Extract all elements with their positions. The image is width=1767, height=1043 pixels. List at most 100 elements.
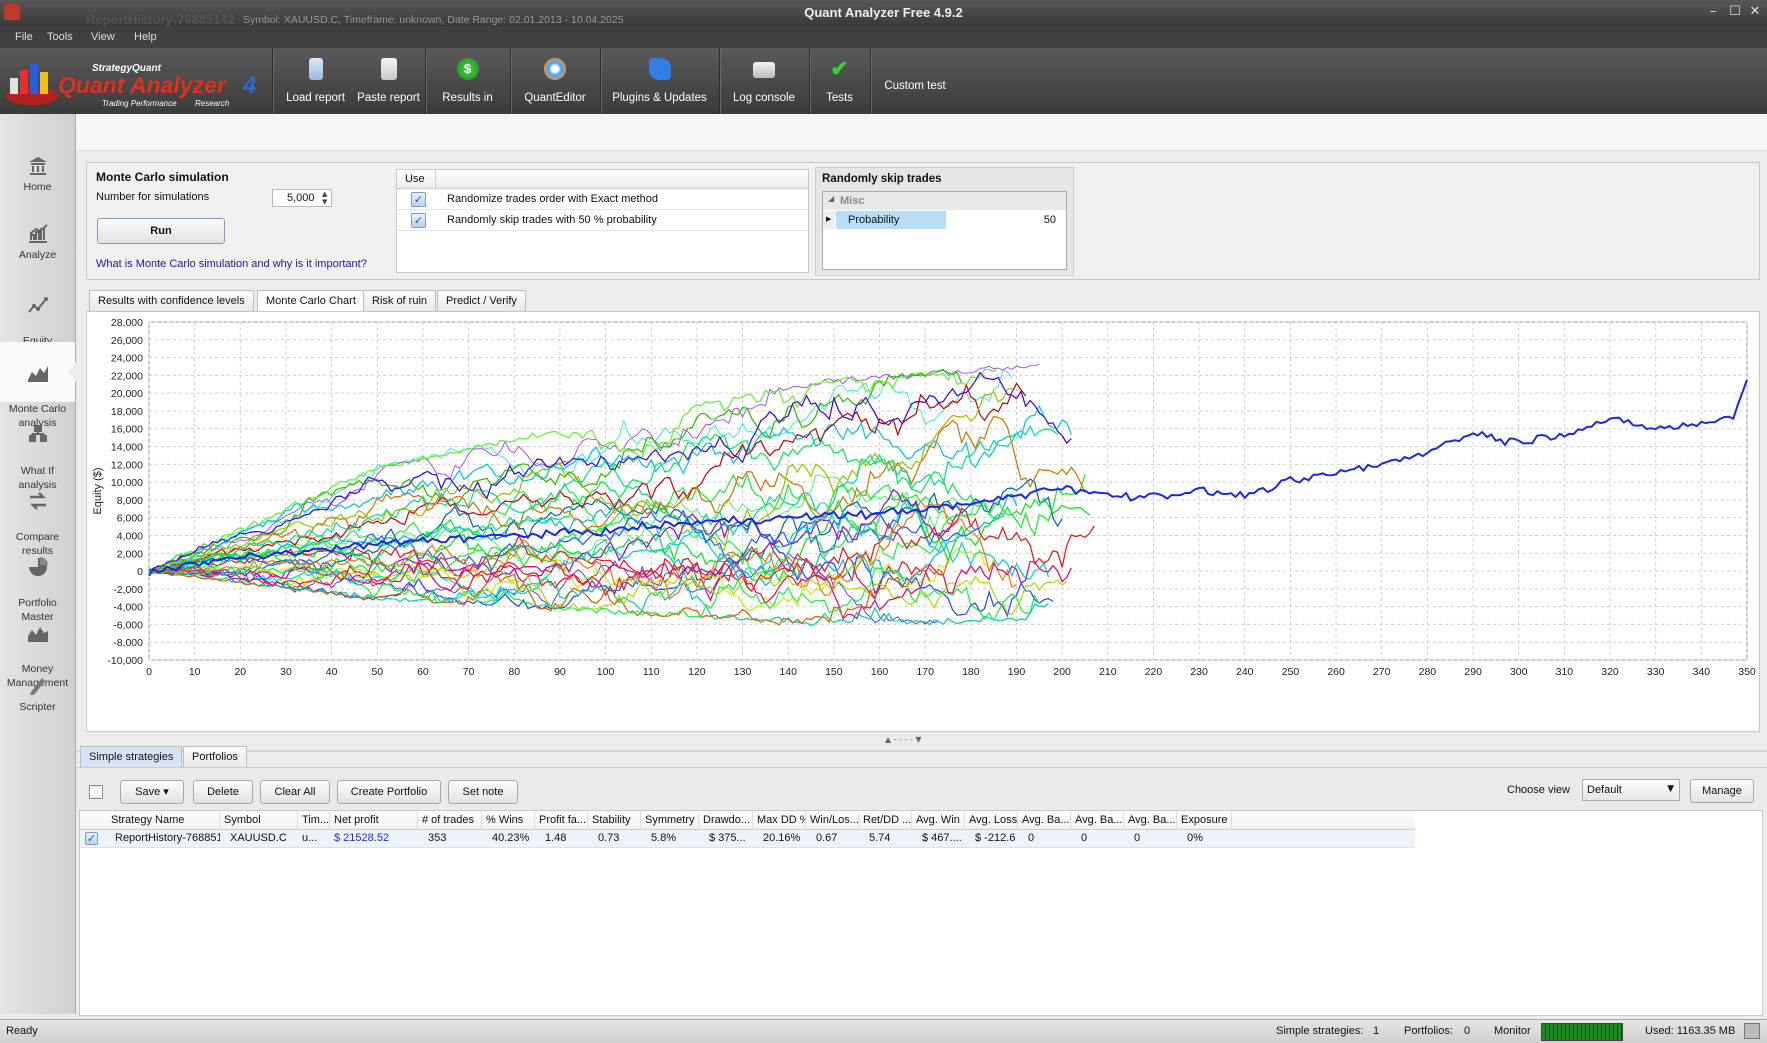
property-group[interactable]: ◢ Misc: [823, 192, 1066, 210]
column-header[interactable]: Ret/DD ...: [859, 811, 912, 829]
column-header[interactable]: # of trades: [418, 811, 482, 829]
column-header[interactable]: Avg. Win: [912, 811, 965, 829]
column-header[interactable]: Avg. Ba...: [1071, 811, 1124, 829]
view-select[interactable]: Default ▼: [1582, 779, 1680, 801]
column-header[interactable]: Avg. Ba...: [1124, 811, 1177, 829]
run-button[interactable]: Run: [97, 218, 225, 244]
x-tick-label: 250: [1282, 666, 1300, 678]
create-portfolio-button[interactable]: Create Portfolio: [337, 780, 441, 804]
table-row[interactable]: ✓ ReportHistory-76885142 XAUUSD.C u... $ 215…: [80, 830, 1415, 848]
table-cell: 0: [1134, 832, 1141, 844]
column-header[interactable]: Tim...: [298, 811, 330, 829]
maximize-button[interactable]: ☐: [1725, 3, 1745, 21]
y-tick-label: -6,000: [113, 619, 143, 631]
quant-editor-button[interactable]: QuantEditor: [510, 48, 601, 114]
x-tick-label: 40: [326, 666, 338, 678]
sidebar-item-scripter[interactable]: Scripter: [0, 674, 75, 730]
custom-test-button[interactable]: Custom test: [870, 48, 960, 114]
sidebar-item-monte-carlo[interactable]: Monte Carlo analysis: [0, 342, 75, 429]
column-header[interactable]: Avg. Ba...: [1018, 811, 1071, 829]
sidebar-item-portfolio[interactable]: Portfolio Master: [0, 542, 75, 623]
table-cell: 5.8%: [651, 832, 677, 844]
select-all-checkbox[interactable]: [89, 785, 103, 799]
column-header[interactable]: % Wins: [482, 811, 535, 829]
x-tick-label: 140: [779, 666, 797, 678]
column-header[interactable]: Strategy Name: [107, 811, 220, 829]
sidebar-item-what-if[interactable]: What If analysis: [0, 410, 75, 491]
report-meta: Symbol: XAUUSD.C, Timeframe: unknown, Da…: [243, 14, 624, 26]
option-checkbox[interactable]: ✓: [411, 192, 426, 207]
x-tick-label: 80: [508, 666, 520, 678]
sidebar-item-home[interactable]: Home: [0, 154, 75, 214]
column-header[interactable]: Drawdo...: [699, 811, 753, 829]
tests-button[interactable]: ✔ Tests: [809, 48, 871, 114]
y-tick-label: 12,000: [111, 459, 143, 471]
menu-help[interactable]: Help: [134, 31, 157, 43]
spinner-arrows-icon[interactable]: ▲ ▼: [322, 190, 327, 206]
svg-text:4: 4: [242, 72, 256, 99]
property-value[interactable]: 50: [1044, 214, 1056, 226]
column-header[interactable]: Avg. Loss: [965, 811, 1018, 829]
menu-view[interactable]: View: [91, 31, 115, 43]
property-group-label: Misc: [840, 195, 865, 207]
x-tick-label: 300: [1510, 666, 1528, 678]
sidebar-item-equity-control[interactable]: Equity Control: [0, 280, 75, 361]
results-in-button[interactable]: $ Results in: [425, 48, 511, 114]
y-tick-label: -4,000: [113, 602, 143, 614]
tab-simple-strategies[interactable]: Simple strategies: [80, 746, 183, 767]
clear-all-button[interactable]: Clear All: [260, 780, 330, 804]
column-header[interactable]: Exposure: [1177, 811, 1232, 829]
options-table: Use ✓ Randomize trades order with Exact …: [396, 169, 809, 273]
paste-report-button[interactable]: Paste report: [352, 48, 426, 114]
column-header[interactable]: Stability: [588, 811, 641, 829]
sidebar-item-analyze[interactable]: Analyze: [0, 222, 75, 282]
use-column-header: Use: [405, 173, 425, 185]
help-link[interactable]: What is Monte Carlo simulation and why i…: [96, 258, 367, 270]
x-tick-label: 240: [1236, 666, 1254, 678]
option-checkbox[interactable]: ✓: [411, 213, 426, 228]
save-button[interactable]: Save ▾: [120, 780, 184, 804]
column-header[interactable]: Win/Los...: [806, 811, 859, 829]
set-note-button[interactable]: Set note: [448, 780, 518, 804]
manage-button[interactable]: Manage: [1690, 779, 1754, 803]
table-cell: 0: [1081, 832, 1088, 844]
table-cell: 0%: [1187, 832, 1203, 844]
y-tick-label: -10,000: [107, 655, 143, 667]
log-console-button[interactable]: Log console: [719, 48, 810, 114]
x-tick-label: 180: [962, 666, 980, 678]
column-header[interactable]: Symmetry: [641, 811, 699, 829]
splitter-handle[interactable]: ▲ - - - - ▼: [885, 735, 922, 744]
delete-button[interactable]: Delete: [193, 780, 253, 804]
x-tick-label: 260: [1327, 666, 1345, 678]
column-header[interactable]: Symbol: [220, 811, 298, 829]
equity-control-icon: [27, 297, 48, 313]
tab-risk-of-ruin[interactable]: Risk of ruin: [363, 290, 437, 311]
option-label: Randomly skip trades with 50 % probabili…: [447, 214, 657, 226]
column-header[interactable]: Net profit: [330, 811, 418, 829]
garbage-collect-icon[interactable]: [1744, 1023, 1760, 1039]
x-tick-label: 330: [1647, 666, 1665, 678]
y-tick-label: 2,000: [117, 548, 143, 560]
tab-portfolios[interactable]: Portfolios: [183, 746, 247, 767]
sidebar-item-money-management[interactable]: Money Management: [0, 608, 75, 689]
row-checkbox[interactable]: ✓: [85, 832, 98, 845]
column-header[interactable]: Profit fa...: [535, 811, 588, 829]
sidebar-item-compare[interactable]: Compare results: [0, 476, 75, 557]
collapse-icon[interactable]: ◢: [828, 194, 834, 203]
minimize-button[interactable]: –: [1703, 3, 1723, 21]
num-sim-spinner[interactable]: 5,000 ▲ ▼: [272, 189, 332, 207]
menu-file[interactable]: File: [15, 31, 33, 43]
column-header[interactable]: Max DD %: [753, 811, 806, 829]
tab-monte-carlo-chart[interactable]: Monte Carlo Chart: [257, 290, 365, 311]
skip-trades-panel: Randomly skip trades ◢ Misc ▶ Probabilit…: [815, 167, 1074, 276]
property-grid: ◢ Misc ▶ Probability 50: [822, 191, 1067, 270]
y-tick-label: 6,000: [117, 513, 143, 525]
menu-tools[interactable]: Tools: [47, 31, 73, 43]
plugins-updates-button[interactable]: Plugins & Updates: [600, 48, 720, 114]
y-tick-label: -2,000: [113, 584, 143, 596]
load-report-button[interactable]: Load report: [279, 48, 352, 114]
property-row[interactable]: ▶ Probability 50: [823, 211, 1066, 229]
tab-predict-verify[interactable]: Predict / Verify: [437, 290, 526, 311]
close-button[interactable]: ✕: [1745, 3, 1765, 21]
tab-results-confidence[interactable]: Results with confidence levels: [89, 290, 254, 311]
